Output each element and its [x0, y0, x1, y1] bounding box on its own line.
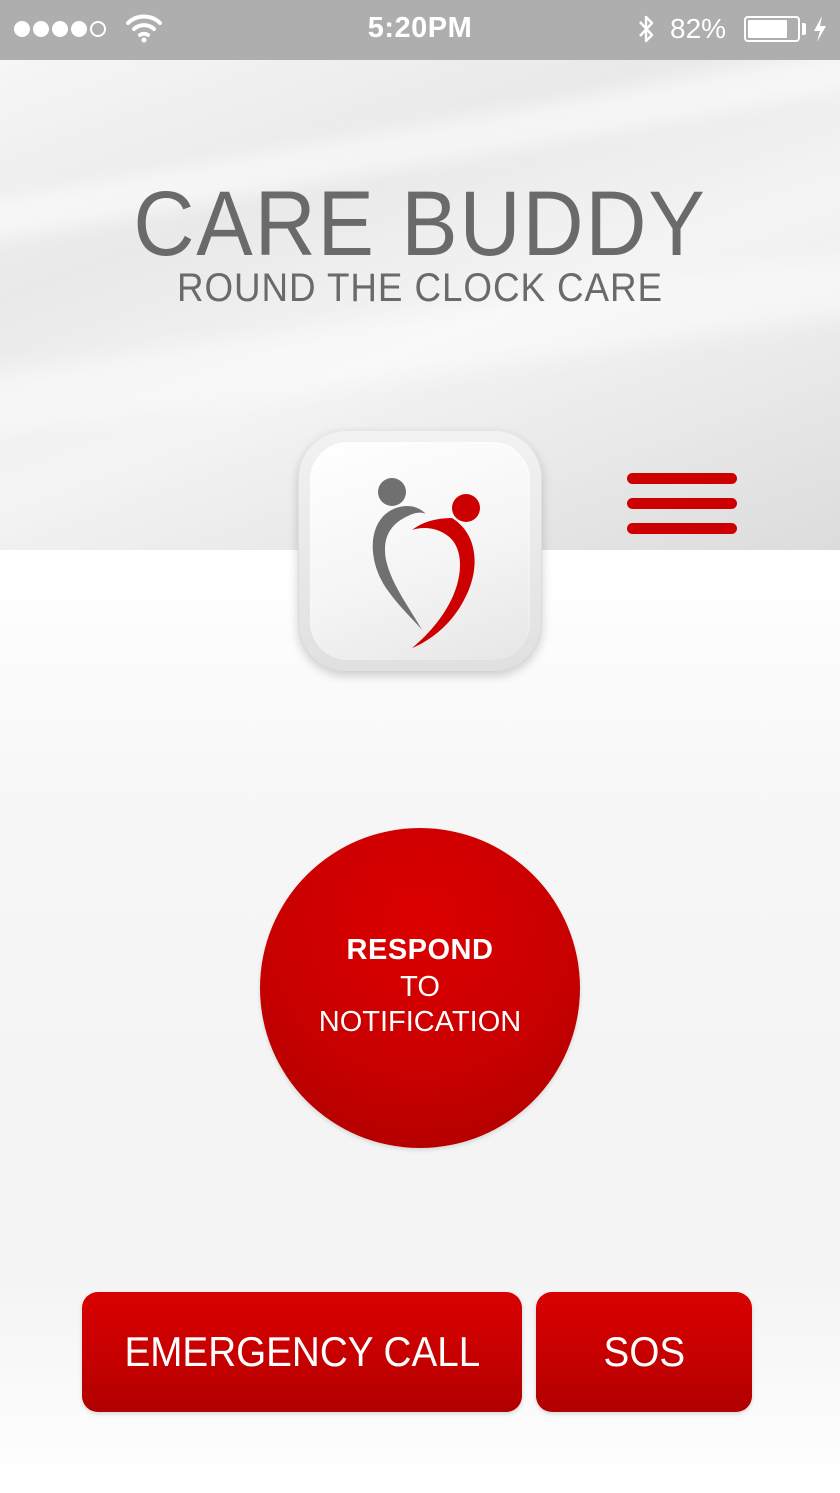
sos-label: SOS: [603, 1328, 685, 1375]
respond-to-notification-button[interactable]: RESPOND TO NOTIFICATION: [260, 828, 580, 1148]
sos-button[interactable]: SOS: [536, 1292, 752, 1412]
hamburger-menu-icon[interactable]: [624, 468, 740, 538]
emergency-call-label: EMERGENCY CALL: [124, 1328, 480, 1375]
battery-icon: [744, 16, 800, 42]
respond-notification-label: NOTIFICATION: [318, 1006, 522, 1038]
battery-percent: 82%: [670, 13, 727, 44]
app-logo: [298, 430, 542, 672]
battery-level-fill: [748, 20, 787, 38]
emergency-call-button[interactable]: EMERGENCY CALL: [82, 1292, 522, 1412]
care-buddy-logo-icon: [372, 478, 480, 648]
charging-bolt-icon: [814, 16, 826, 42]
respond-label: RESPOND: [346, 934, 494, 966]
app-subtitle: ROUND THE CLOCK CARE: [177, 266, 663, 310]
app-title: CARE BUDDY: [133, 173, 707, 275]
status-bar: 5:20PM 82%: [0, 0, 840, 60]
battery-tip: [802, 23, 806, 35]
bluetooth-icon: [639, 15, 654, 43]
respond-to-label: TO: [400, 971, 440, 1003]
